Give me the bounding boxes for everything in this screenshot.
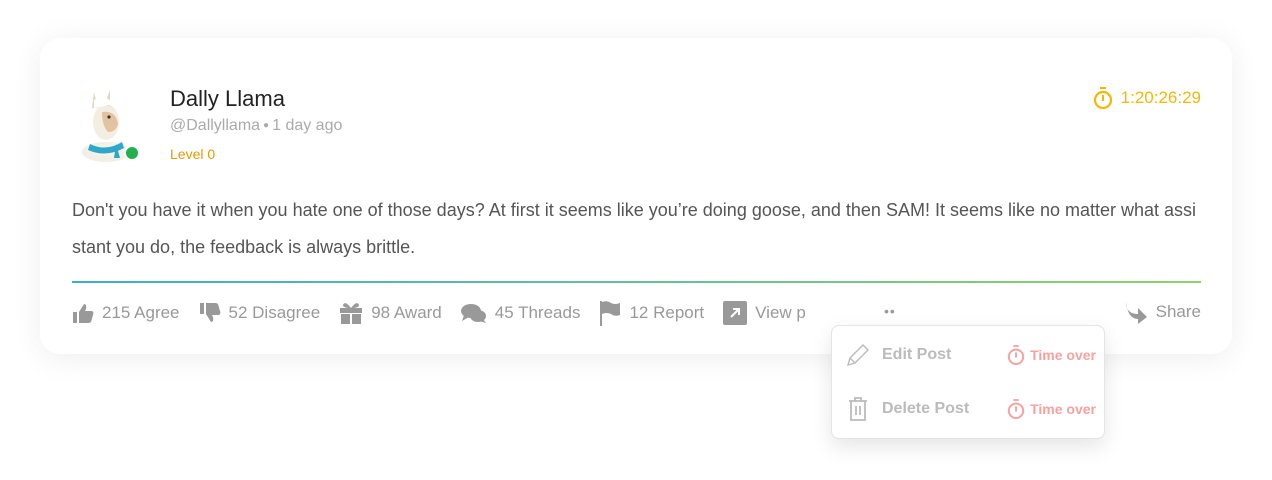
user-level: Level 0	[170, 146, 216, 162]
view-post-button[interactable]: View p	[723, 301, 806, 325]
award-label: 98 Award	[371, 303, 442, 322]
award-button[interactable]: 98 Award	[339, 302, 442, 324]
divider	[72, 281, 1201, 283]
post-timer: 1:20:26:29	[1093, 87, 1201, 109]
share-label: Share	[1155, 302, 1201, 321]
edit-time-over: Time over	[1007, 345, 1096, 365]
share-icon	[1125, 302, 1147, 324]
stopwatch-icon	[1007, 345, 1025, 365]
view-post-label: View p	[755, 303, 806, 322]
threads-label: 45 Threads	[494, 303, 581, 322]
pencil-icon	[846, 344, 869, 367]
external-link-icon	[723, 301, 748, 325]
author-name[interactable]: Dally Llama	[170, 86, 285, 112]
post-time: 1 day ago	[272, 117, 343, 134]
post-meta: @Dallyllama ● 1 day ago	[170, 117, 342, 135]
trash-icon	[849, 397, 867, 421]
thumbs-down-icon	[199, 303, 220, 322]
post-actions: 215 Agree 52 Disagree 98 Award 45 Thread…	[72, 300, 825, 326]
share-button[interactable]: Share	[1124, 300, 1201, 324]
edit-post-menu-item[interactable]: Edit Post Time over	[846, 340, 1096, 370]
thumbs-up-icon	[73, 304, 94, 323]
disagree-button[interactable]: 52 Disagree	[199, 302, 321, 324]
agree-label: 215 Agree	[102, 303, 180, 322]
agree-button[interactable]: 215 Agree	[72, 302, 180, 324]
edit-post-label: Edit Post	[882, 346, 952, 363]
delete-status-label: Time over	[1030, 401, 1096, 417]
timer-value: 1:20:26:29	[1120, 88, 1201, 107]
edit-status-label: Time over	[1030, 347, 1096, 363]
delete-time-over: Time over	[1007, 399, 1096, 419]
stopwatch-icon	[1093, 87, 1112, 109]
gift-icon	[340, 303, 363, 324]
threads-button[interactable]: 45 Threads	[460, 302, 581, 324]
report-button[interactable]: 12 Report	[599, 300, 704, 326]
disagree-label: 52 Disagree	[228, 303, 321, 322]
delete-post-menu-item[interactable]: Delete Post Time over	[846, 394, 1096, 424]
report-label: 12 Report	[629, 303, 705, 322]
comments-icon	[460, 304, 486, 323]
stopwatch-icon	[1007, 399, 1025, 419]
online-status-indicator	[124, 145, 140, 161]
flag-icon	[600, 301, 621, 326]
post-body: Don't you have it when you hate one of t…	[72, 200, 1197, 257]
author-handle[interactable]: @Dallyllama	[170, 117, 260, 134]
separator-dot: ●	[263, 120, 270, 132]
more-options-button[interactable]: ••	[884, 303, 896, 319]
delete-post-label: Delete Post	[882, 400, 970, 417]
post-options-menu: Edit Post Time over Delete Post Time ove…	[831, 325, 1105, 439]
